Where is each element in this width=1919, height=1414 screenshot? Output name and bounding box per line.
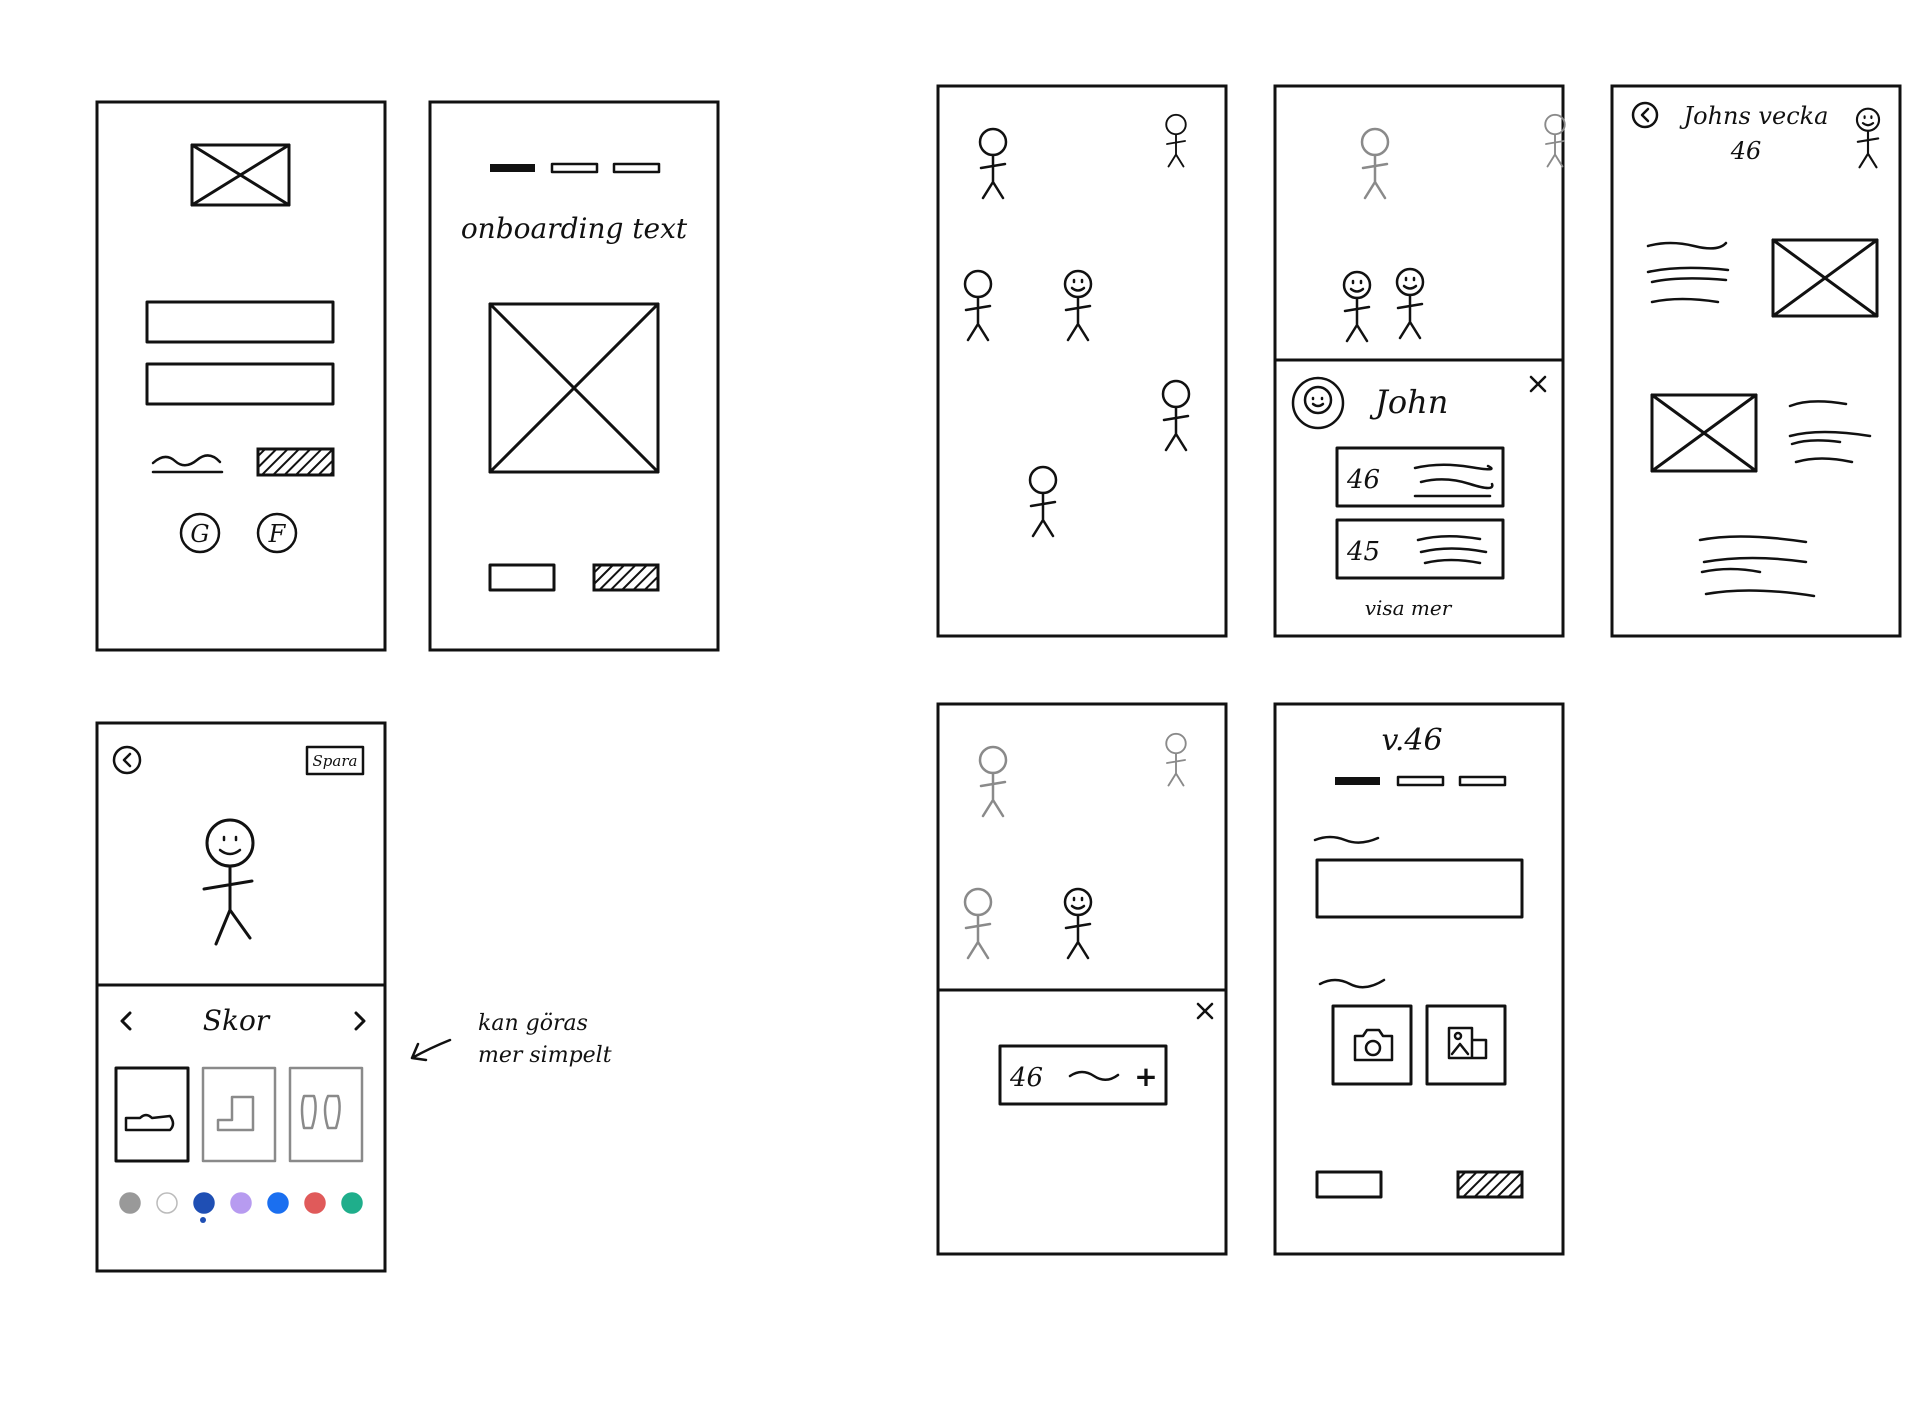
color-swatch[interactable] <box>304 1192 326 1214</box>
weekly-form-screen: v.46 <box>1273 702 1565 1256</box>
avatar-editor-screen: Spara Skor kan göras mer simpelt <box>95 721 612 1273</box>
annotation-note-line-2: mer simpelt <box>478 1043 612 1068</box>
facebook-icon: F <box>268 520 287 548</box>
color-swatch[interactable] <box>341 1192 363 1214</box>
progress-step-active <box>490 164 535 172</box>
annotation-note: kan göras mer simpelt <box>478 1011 612 1068</box>
login-phone-frame <box>95 100 387 652</box>
week-number: 46 <box>1730 137 1762 165</box>
color-swatch[interactable] <box>156 1192 178 1214</box>
form-title: v.46 <box>1381 723 1442 758</box>
progress-step-active <box>1335 777 1380 785</box>
login-screen: G F <box>95 100 387 652</box>
crowd-screen <box>936 84 1228 638</box>
wireframe-sketch-canvas: G F onboarding text John 46 45 visa mer … <box>95 84 1902 1273</box>
profile-sheet-screen: John 46 45 visa mer <box>1273 84 1566 638</box>
plus-icon[interactable]: + <box>1134 1060 1157 1093</box>
onboarding-text: onboarding text <box>461 212 688 245</box>
save-label: Spara <box>313 752 358 770</box>
onboarding-phone-frame <box>428 100 720 652</box>
save-button[interactable]: Spara <box>305 745 365 776</box>
johns-week-screen: Johns vecka 46 <box>1610 84 1902 638</box>
editor-phone-frame <box>95 721 387 1273</box>
onboarding-screen: onboarding text <box>428 100 720 652</box>
johns-week-phone-frame <box>1610 84 1902 638</box>
page-title: Johns vecka <box>1679 102 1829 130</box>
week-number: 45 <box>1346 537 1380 567</box>
login-button[interactable] <box>256 447 335 477</box>
annotation-arrow <box>410 1038 452 1062</box>
selected-color-indicator <box>200 1217 206 1223</box>
color-swatch[interactable] <box>230 1192 252 1214</box>
next-button[interactable] <box>592 563 660 592</box>
annotation-note-text: kan göras <box>478 1011 588 1036</box>
week-number: 46 <box>1009 1063 1043 1093</box>
google-icon: G <box>190 520 209 548</box>
category-title: Skor <box>203 1004 271 1037</box>
profile-name: John <box>1369 383 1448 421</box>
quick-add-screen: 46 + <box>936 702 1228 1256</box>
color-swatch[interactable] <box>193 1192 215 1214</box>
submit-button[interactable] <box>1456 1170 1524 1199</box>
color-swatch[interactable] <box>267 1192 289 1214</box>
week-number: 46 <box>1346 465 1380 495</box>
color-swatch[interactable] <box>119 1192 141 1214</box>
show-more-link[interactable]: visa mer <box>1365 596 1453 620</box>
